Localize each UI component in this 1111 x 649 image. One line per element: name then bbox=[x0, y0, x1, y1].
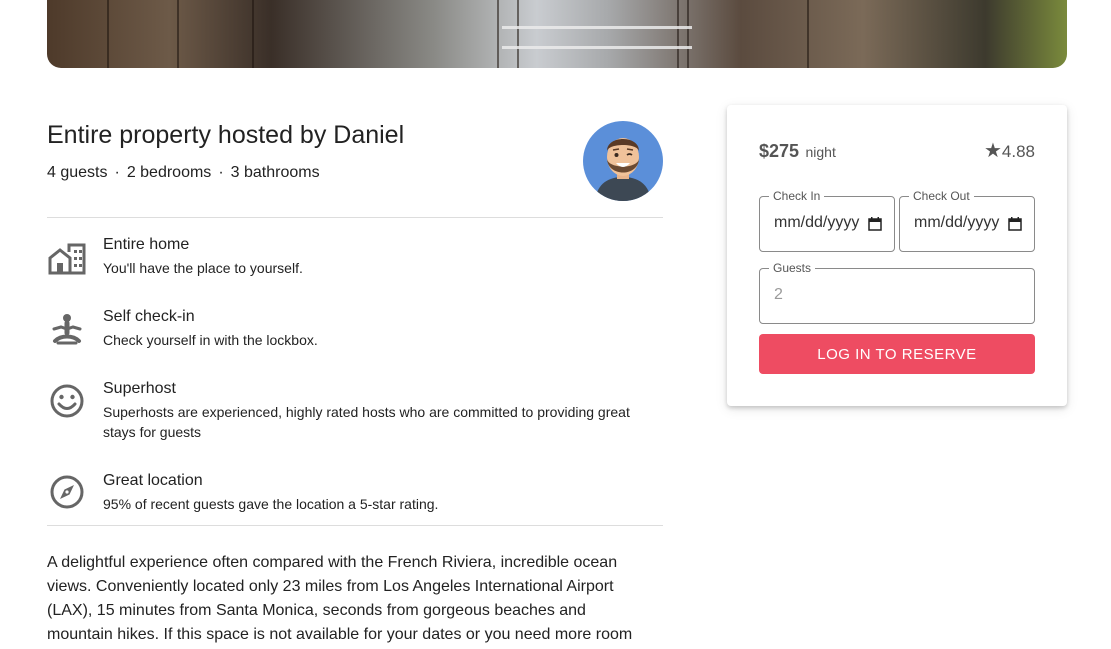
feature-title: Great location bbox=[103, 472, 203, 489]
calendar-icon[interactable] bbox=[868, 217, 882, 231]
check-out-field[interactable]: Check Out mm/dd/yyyy bbox=[899, 189, 1035, 252]
listing-title: Entire property hosted by Daniel bbox=[47, 121, 405, 149]
feature-title: Self check-in bbox=[103, 308, 195, 325]
listing-description: A delightful experience often compared w… bbox=[47, 554, 633, 643]
check-in-value: mm/dd/yyyy bbox=[774, 214, 860, 231]
feature-title: Entire home bbox=[103, 236, 190, 253]
price-unit: night bbox=[805, 144, 836, 160]
calendar-icon[interactable] bbox=[1008, 217, 1022, 231]
listing-rating: ★4.88 bbox=[984, 138, 1035, 163]
listing-hero-image bbox=[47, 0, 1067, 68]
check-in-field[interactable]: Check In mm/dd/yyyy bbox=[759, 189, 895, 252]
listing-specs: 4 guests · 2 bedrooms · 3 bathrooms bbox=[47, 164, 320, 182]
bathrooms-count: 3 bathrooms bbox=[230, 164, 320, 181]
price-amount: $275 bbox=[759, 141, 800, 161]
bedrooms-count: 2 bedrooms bbox=[126, 164, 212, 181]
rating-value: 4.88 bbox=[1001, 142, 1035, 161]
meditation-icon bbox=[52, 314, 82, 345]
nightly-price: $275 night bbox=[759, 141, 836, 162]
guests-label: Guests bbox=[769, 261, 816, 275]
booking-card: $275 night ★4.88 Check In mm/dd/yyyy Che… bbox=[727, 105, 1067, 406]
star-icon: ★ bbox=[983, 140, 1002, 162]
check-out-label: Check Out bbox=[909, 189, 974, 203]
spec-separator: · bbox=[114, 164, 120, 181]
home-icon bbox=[48, 243, 86, 275]
smiley-icon bbox=[50, 384, 84, 418]
feature-subtitle: Check yourself in with the lockbox. bbox=[103, 332, 318, 348]
guests-input[interactable]: 2 bbox=[774, 286, 783, 304]
section-divider bbox=[47, 217, 663, 218]
section-divider bbox=[47, 525, 663, 526]
compass-icon bbox=[50, 475, 84, 509]
spec-separator: · bbox=[218, 164, 224, 181]
guests-field[interactable]: Guests 2 bbox=[759, 261, 1035, 324]
feature-title: Superhost bbox=[103, 380, 176, 397]
host-avatar[interactable] bbox=[583, 121, 663, 201]
check-out-value: mm/dd/yyyy bbox=[914, 214, 1000, 231]
log-in-to-reserve-button[interactable]: LOG IN TO RESERVE bbox=[759, 334, 1035, 374]
feature-subtitle: You'll have the place to yourself. bbox=[103, 260, 303, 276]
feature-subtitle: Superhosts are experienced, highly rated… bbox=[103, 404, 630, 440]
feature-subtitle: 95% of recent guests gave the location a… bbox=[103, 496, 439, 512]
check-in-label: Check In bbox=[769, 189, 825, 203]
guests-count: 4 guests bbox=[47, 164, 108, 181]
